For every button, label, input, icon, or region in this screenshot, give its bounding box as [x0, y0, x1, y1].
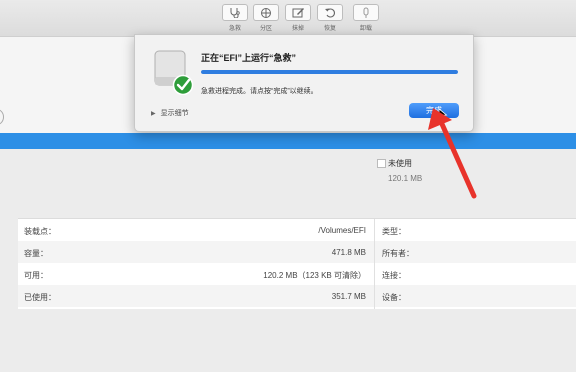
annotation-arrow-icon — [428, 108, 477, 199]
